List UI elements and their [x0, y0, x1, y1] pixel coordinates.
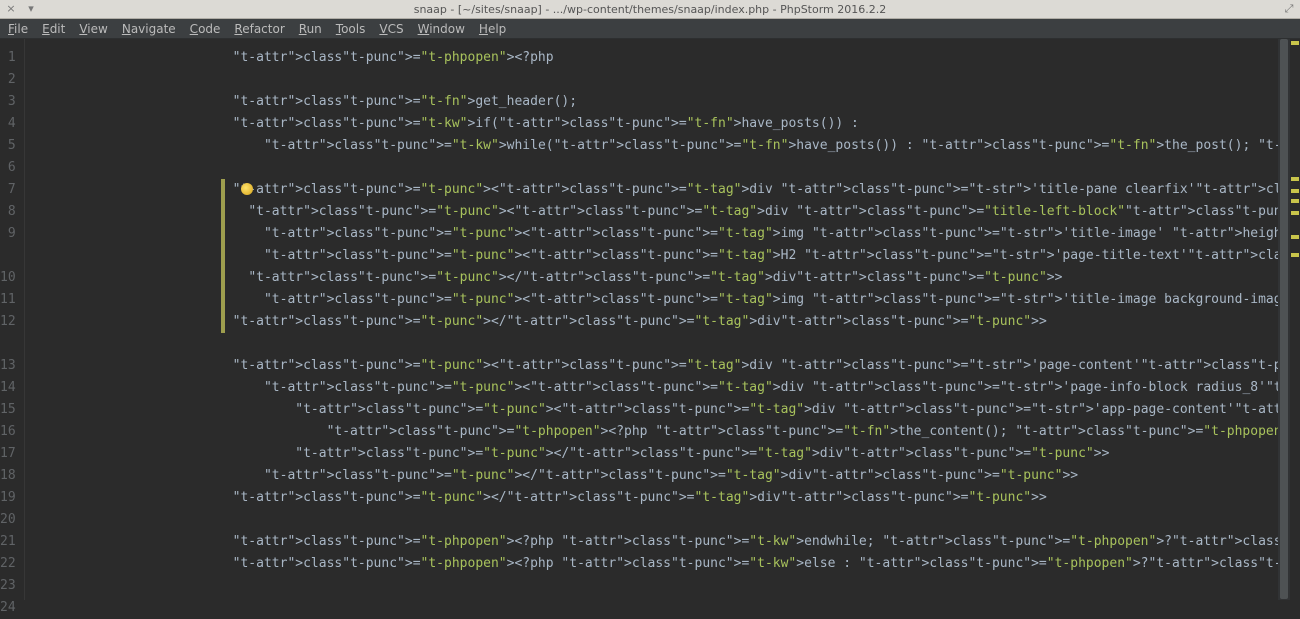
line-number: 13 — [0, 355, 16, 377]
warning-marker[interactable] — [1291, 253, 1299, 257]
code-line[interactable]: "t-attr">class"t-punc">="t-punc"><"t-att… — [25, 201, 1300, 223]
warning-marker[interactable] — [1291, 199, 1299, 203]
line-number: 16 — [0, 421, 16, 443]
menu-item-tools[interactable]: Tools — [336, 22, 366, 36]
error-stripe[interactable] — [1290, 39, 1300, 600]
line-number: 12 — [0, 311, 16, 333]
line-number: 8 — [0, 201, 16, 223]
code-editor[interactable]: 123456789 101112 13141516171819202122232… — [0, 39, 1300, 600]
line-number: 2 — [0, 69, 16, 91]
code-line[interactable]: "t-attr">class"t-punc">="t-kw">while("t-… — [25, 135, 1300, 157]
warning-marker[interactable] — [1291, 189, 1299, 193]
code-line[interactable]: "t-attr">class"t-punc">="t-punc"></"t-at… — [25, 487, 1300, 509]
line-number: 17 — [0, 443, 16, 465]
line-number: 14 — [0, 377, 16, 399]
code-line[interactable]: "t-attr">class"t-punc">="t-kw">if("t-att… — [25, 113, 1300, 135]
close-icon[interactable]: × — [6, 2, 16, 15]
window-title: snaap - [~/sites/snaap] - .../wp-content… — [414, 3, 887, 16]
line-number: 23 — [0, 575, 16, 597]
code-line[interactable]: "t-attr">class"t-punc">="t-punc"><"t-att… — [25, 399, 1300, 421]
code-line[interactable] — [25, 69, 1300, 91]
line-number: 10 — [0, 267, 16, 289]
code-line[interactable]: "t-attr">class"t-punc">="t-punc"></"t-at… — [25, 267, 1300, 289]
window-titlebar: × ▾ snaap - [~/sites/snaap] - .../wp-con… — [0, 0, 1300, 19]
maximize-icon[interactable]: ⤢ — [1284, 2, 1294, 16]
code-line[interactable]: "t-attr">class"t-punc">="t-punc"><"t-att… — [25, 289, 1300, 311]
line-number: 5 — [0, 135, 16, 157]
code-line[interactable]: "t-attr">class"t-punc">="t-punc"></"t-at… — [25, 311, 1300, 333]
code-line[interactable] — [25, 333, 1300, 355]
line-number: 7 — [0, 179, 16, 201]
line-number: 24 — [0, 597, 16, 619]
intention-bulb-icon[interactable] — [241, 183, 253, 195]
code-line[interactable] — [25, 509, 1300, 531]
code-line[interactable]: "t-attr">class"t-punc">="t-punc"><"t-att… — [25, 223, 1300, 245]
line-number: 15 — [0, 399, 16, 421]
menu-item-edit[interactable]: Edit — [42, 22, 65, 36]
line-number: 21 — [0, 531, 16, 553]
code-line[interactable]: "t-attr">class"t-punc">="t-punc"><"t-att… — [25, 245, 1300, 267]
menu-item-file[interactable]: File — [8, 22, 28, 36]
menu-item-window[interactable]: Window — [418, 22, 465, 36]
code-line[interactable]: "t-attr">class"t-punc">="t-punc"><"t-att… — [25, 355, 1300, 377]
line-number: 19 — [0, 487, 16, 509]
line-number: 4 — [0, 113, 16, 135]
code-line[interactable]: "t-attr">class"t-punc">="t-phpopen"><?ph… — [25, 531, 1300, 553]
menu-item-help[interactable]: Help — [479, 22, 506, 36]
line-number-gutter: 123456789 101112 13141516171819202122232… — [0, 39, 25, 600]
menu-item-run[interactable]: Run — [299, 22, 322, 36]
line-number: 9 — [0, 223, 16, 245]
code-line[interactable] — [25, 157, 1300, 179]
code-line[interactable]: "t-attr">class"t-punc">="t-phpopen"><?ph… — [25, 47, 1300, 69]
code-line[interactable]: "t-attr">class"t-punc">="t-punc"><"t-att… — [25, 377, 1300, 399]
main-menu-bar: File Edit View Navigate Code Refactor Run Tools… — [0, 19, 1300, 39]
code-line[interactable]: "t-attr">class"t-punc">="t-punc"></"t-at… — [25, 443, 1300, 465]
menu-item-vcs[interactable]: VCS — [379, 22, 403, 36]
line-number: 18 — [0, 465, 16, 487]
code-line[interactable]: "t-attr">class"t-punc">="t-punc"></"t-at… — [25, 465, 1300, 487]
line-number: 1 — [0, 47, 16, 69]
scrollbar-thumb[interactable] — [1280, 39, 1288, 599]
line-number: 22 — [0, 553, 16, 575]
code-line[interactable]: "t-attr">class"t-punc">="t-phpopen"><?ph… — [25, 421, 1300, 443]
code-line[interactable]: "t-attr">class"t-punc">="t-phpopen"><?ph… — [25, 553, 1300, 575]
inspection-indicator-icon[interactable] — [1291, 41, 1299, 45]
menu-item-code[interactable]: Code — [190, 22, 221, 36]
line-number: 6 — [0, 157, 16, 179]
warning-marker[interactable] — [1291, 211, 1299, 215]
line-number: 20 — [0, 509, 16, 531]
warning-marker[interactable] — [1291, 177, 1299, 181]
menu-item-navigate[interactable]: Navigate — [122, 22, 176, 36]
line-number: 11 — [0, 289, 16, 311]
warning-marker[interactable] — [1291, 235, 1299, 239]
code-line[interactable]: "t-attr">class"t-punc">="t-punc"><"t-att… — [25, 179, 1300, 201]
vertical-scrollbar[interactable] — [1278, 39, 1290, 600]
code-area[interactable]: "t-attr">class"t-punc">="t-phpopen"><?ph… — [25, 39, 1300, 600]
code-line[interactable]: "t-attr">class"t-punc">="t-fn">get_heade… — [25, 91, 1300, 113]
menu-item-view[interactable]: View — [79, 22, 107, 36]
menu-item-refactor[interactable]: Refactor — [234, 22, 284, 36]
minimize-icon[interactable]: ▾ — [26, 2, 36, 15]
line-number: 3 — [0, 91, 16, 113]
